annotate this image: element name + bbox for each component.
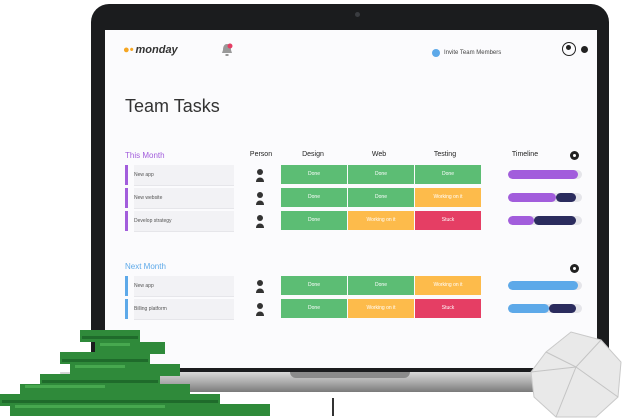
timeline-bar[interactable]: [508, 170, 582, 179]
group-color-bar: [125, 211, 128, 231]
status-cell-testing[interactable]: Stuck: [415, 211, 481, 230]
group-title[interactable]: Next Month: [125, 262, 166, 271]
person-avatar-icon[interactable]: [255, 279, 265, 293]
timeline-fill: [508, 281, 579, 290]
cable: [332, 398, 334, 416]
status-cell-design[interactable]: Done: [281, 188, 347, 207]
app-screen: ●• monday Invite Team Members Team Tasks …: [105, 30, 597, 368]
timeline-remaining: [548, 304, 577, 313]
timeline-fill: [508, 193, 557, 202]
status-cell-design[interactable]: Done: [281, 165, 347, 184]
group-title[interactable]: This Month: [125, 151, 165, 160]
camera-dot: [355, 12, 360, 17]
table-row[interactable]: Billing platform Done Working on it Stuck: [125, 299, 583, 320]
bell-icon[interactable]: [221, 43, 233, 57]
column-web: Web: [371, 151, 387, 158]
group-color-bar: [125, 299, 128, 319]
status-cell-design[interactable]: Done: [281, 299, 347, 318]
timeline-bar[interactable]: [508, 216, 582, 225]
table-row[interactable]: Develop strategy Done Working on it Stuck: [125, 211, 583, 232]
person-avatar-icon[interactable]: [255, 214, 265, 228]
column-testing: Testing: [433, 151, 457, 158]
status-cell-testing[interactable]: Working on it: [415, 276, 481, 295]
column-design: Design: [302, 151, 324, 158]
timeline-bar[interactable]: [508, 304, 582, 313]
logo-text: monday: [135, 44, 178, 56]
status-cell-web[interactable]: Working on it: [348, 299, 414, 318]
logo-mark-icon: ●•: [123, 44, 134, 56]
group-color-bar: [125, 188, 128, 208]
person-avatar-icon[interactable]: [255, 191, 265, 205]
invite-icon: [432, 49, 440, 57]
table-row[interactable]: New website Done Done Working on it: [125, 188, 583, 209]
gear-icon[interactable]: [570, 264, 579, 273]
top-bar: ●• monday Invite Team Members: [105, 30, 597, 74]
table-row[interactable]: New app Done Done Done: [125, 165, 583, 186]
status-cell-web[interactable]: Done: [348, 188, 414, 207]
page-title: Team Tasks: [125, 96, 220, 116]
timeline-remaining: [556, 193, 577, 202]
group-color-bar: [125, 165, 128, 185]
group-color-bar: [125, 276, 128, 296]
person-avatar-icon[interactable]: [255, 168, 265, 182]
column-person: Person: [249, 151, 273, 158]
status-cell-testing[interactable]: Working on it: [415, 188, 481, 207]
invite-team-members-button[interactable]: Invite Team Members: [432, 46, 501, 60]
green-blocks-prop: [0, 330, 270, 416]
menu-icon[interactable]: [581, 46, 588, 53]
status-cell-web[interactable]: Done: [348, 165, 414, 184]
timeline-fill: [508, 170, 579, 179]
crumpled-paper-prop: [530, 331, 622, 418]
table-row[interactable]: New app Done Done Working on it: [125, 276, 583, 297]
avatar[interactable]: [562, 42, 576, 56]
task-name[interactable]: Billing platform: [134, 299, 234, 320]
laptop-notch: [290, 372, 410, 378]
task-name[interactable]: Develop strategy: [134, 211, 234, 232]
person-avatar-icon[interactable]: [255, 302, 265, 316]
timeline-fill: [508, 216, 534, 225]
status-cell-testing[interactable]: Stuck: [415, 299, 481, 318]
column-timeline: Timeline: [511, 151, 539, 158]
task-name[interactable]: New app: [134, 165, 234, 186]
status-cell-web[interactable]: Working on it: [348, 211, 414, 230]
status-cell-web[interactable]: Done: [348, 276, 414, 295]
invite-label: Invite Team Members: [444, 50, 502, 56]
gear-icon[interactable]: [570, 151, 579, 160]
status-cell-design[interactable]: Done: [281, 211, 347, 230]
timeline-bar[interactable]: [508, 193, 582, 202]
task-name[interactable]: New website: [134, 188, 234, 209]
task-name[interactable]: New app: [134, 276, 234, 297]
logo[interactable]: ●• monday: [123, 44, 178, 56]
timeline-bar[interactable]: [508, 281, 582, 290]
timeline-remaining: [533, 216, 577, 225]
status-cell-design[interactable]: Done: [281, 276, 347, 295]
status-cell-testing[interactable]: Done: [415, 165, 481, 184]
timeline-fill: [508, 304, 549, 313]
